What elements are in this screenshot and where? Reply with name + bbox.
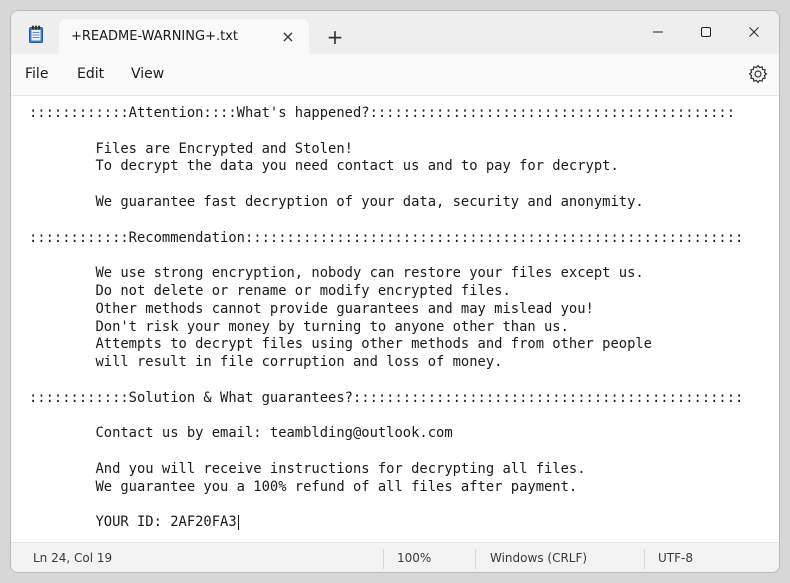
tab-document[interactable]: +README-WARNING+.txt × [59,19,309,54]
menu-file[interactable]: File [25,66,48,82]
text-line: will result in file corruption and loss … [29,354,503,371]
menu-view[interactable]: View [131,66,164,82]
tab-title: +README-WARNING+.txt [71,29,238,44]
text-line: To decrypt the data you need contact us … [29,158,619,175]
notepad-window: +README-WARNING+.txt × + File Edit View … [10,10,780,573]
text-line [29,212,743,230]
text-line: Do not delete or rename or modify encryp… [29,282,511,299]
close-icon[interactable] [739,19,769,45]
menu-bar: File Edit View [11,54,779,96]
text-line: We use strong encryption, nobody can res… [29,265,644,282]
text-line: And you will receive instructions for de… [29,460,586,477]
text-line: Files are Encrypted and Stolen! [29,140,353,157]
text-line [29,123,743,141]
text-line: Contact us by email: teamblding@outlook.… [29,425,453,442]
encoding[interactable]: UTF-8 [658,551,693,565]
text-line [29,443,743,461]
text-line: YOUR ID: 2AF20FA3 [29,514,237,531]
cursor-position: Ln 24, Col 19 [33,551,113,565]
title-bar: +README-WARNING+.txt × + [11,11,779,54]
text-line [29,372,743,390]
text-line [29,497,743,515]
minimize-icon[interactable] [643,19,673,45]
menu-edit[interactable]: Edit [77,66,104,82]
gear-icon[interactable] [747,63,769,85]
status-divider [383,549,384,569]
notepad-icon [29,25,43,43]
text-line: Don't risk your money by turning to anyo… [29,318,569,335]
text-line [29,408,743,426]
status-bar: Ln 24, Col 19 100% Windows (CRLF) UTF-8 [11,542,779,572]
text-line [29,247,743,265]
text-line: ::::::::::::Solution & What guarantees?:… [29,389,744,406]
line-ending[interactable]: Windows (CRLF) [490,551,587,565]
last-line: YOUR ID: 2AF20FA3 [29,514,743,532]
text-line: We guarantee you a 100% refund of all fi… [29,478,578,495]
text-line: Other methods cannot provide guarantees … [29,300,594,317]
text-caret [237,514,239,530]
maximize-icon[interactable] [691,19,721,45]
status-divider [475,549,476,569]
text-line: Attempts to decrypt files using other me… [29,336,652,353]
text-line: ::::::::::::Recommendation::::::::::::::… [29,229,744,246]
text-line: ::::::::::::Attention::::What's happened… [29,105,736,121]
plus-icon[interactable]: + [325,27,345,47]
close-icon[interactable]: × [279,27,297,46]
text-line [29,176,743,194]
status-divider [644,549,645,569]
zoom-level[interactable]: 100% [397,551,431,565]
text-line: We guarantee fast decryption of your dat… [29,193,644,210]
document-content: ::::::::::::Attention::::What's happened… [29,105,743,532]
text-editor[interactable]: ::::::::::::Attention::::What's happened… [11,97,779,542]
